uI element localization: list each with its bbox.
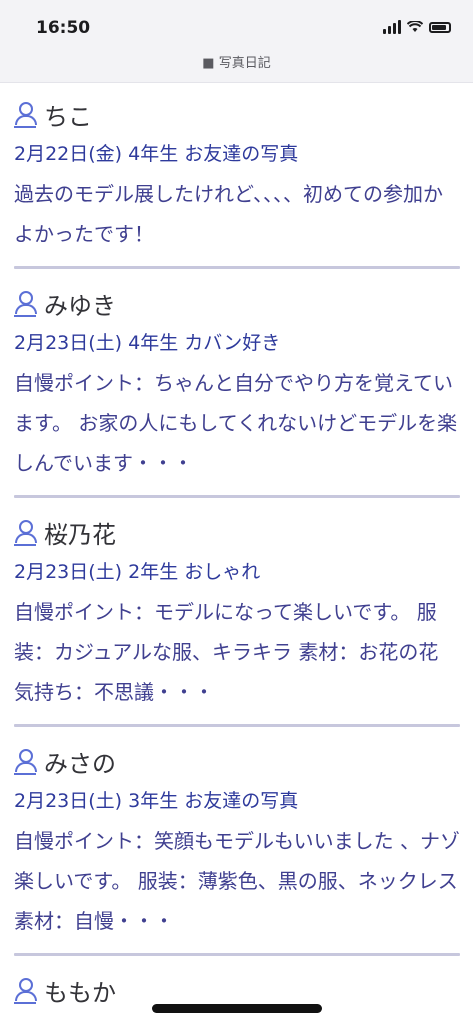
post-body: 自慢ポイント：笑顔もモデルもいいました 、ナゾ楽しいです。 服装：薄紫色、黒の服… <box>14 829 460 933</box>
battery-icon <box>429 21 451 33</box>
url-bar[interactable]: ■ 写真日記 <box>0 52 473 71</box>
post-body: 自慢ポイント：モデルになって楽しいです。 服装：カジュアルな服、キラキラ 素材：… <box>14 600 439 704</box>
status-bar: 16:50 ■ 写真日記 <box>0 0 473 83</box>
post: みゆき 2月23日(土) 4年生 カバン好き 自慢ポイント：ちゃんと自分でやり方… <box>14 283 460 498</box>
post-meta: 2月23日(土) 2年生 おしゃれ <box>14 561 261 583</box>
post-body: 過去のモデル展したけれど、、、、初めての参加かよかったです！ <box>14 182 443 246</box>
user-icon[interactable] <box>14 100 37 128</box>
post-header: みゆき <box>14 283 460 323</box>
post-meta: 2月23日(土) 3年生 お友達の写真 <box>14 790 299 812</box>
post: みさの 2月23日(土) 3年生 お友達の写真 自慢ポイント：笑顔もモデルもいい… <box>14 741 460 956</box>
post-username[interactable]: ちこ <box>44 97 92 132</box>
post-username[interactable]: 桜乃花 <box>44 515 116 550</box>
home-indicator[interactable] <box>152 1004 322 1013</box>
url-text: ■ 写真日記 <box>202 56 271 71</box>
post-meta: 2月23日(土) 4年生 カバン好き <box>14 332 281 354</box>
status-icons <box>383 20 451 34</box>
divider <box>14 953 460 956</box>
user-icon[interactable] <box>14 747 37 775</box>
post-body: 自慢ポイント：ちゃんと自分でやり方を覚えています。 お家の人にもしてくれないけど… <box>14 371 458 475</box>
user-icon[interactable] <box>14 518 37 546</box>
user-icon[interactable] <box>14 976 37 1004</box>
divider <box>14 495 460 498</box>
post-header: 桜乃花 <box>14 512 460 552</box>
post-list: ちこ 2月22日(金) 4年生 お友達の写真 過去のモデル展したけれど、、、、初… <box>14 94 460 1010</box>
post-meta: 2月22日(金) 4年生 お友達の写真 <box>14 143 299 165</box>
post-username[interactable]: みさの <box>44 744 116 779</box>
divider <box>14 724 460 727</box>
post-username[interactable]: みゆき <box>44 286 116 321</box>
divider <box>14 266 460 269</box>
cellular-signal-icon <box>383 20 401 34</box>
status-time: 16:50 <box>36 18 91 38</box>
post: 桜乃花 2月23日(土) 2年生 おしゃれ 自慢ポイント：モデルになって楽しいで… <box>14 512 460 727</box>
post-header: みさの <box>14 741 460 781</box>
post: ちこ 2月22日(金) 4年生 お友達の写真 過去のモデル展したけれど、、、、初… <box>14 94 460 269</box>
post-header: ちこ <box>14 94 460 134</box>
post-username[interactable]: ももか <box>44 973 116 1008</box>
wifi-icon <box>407 21 423 33</box>
user-icon[interactable] <box>14 289 37 317</box>
